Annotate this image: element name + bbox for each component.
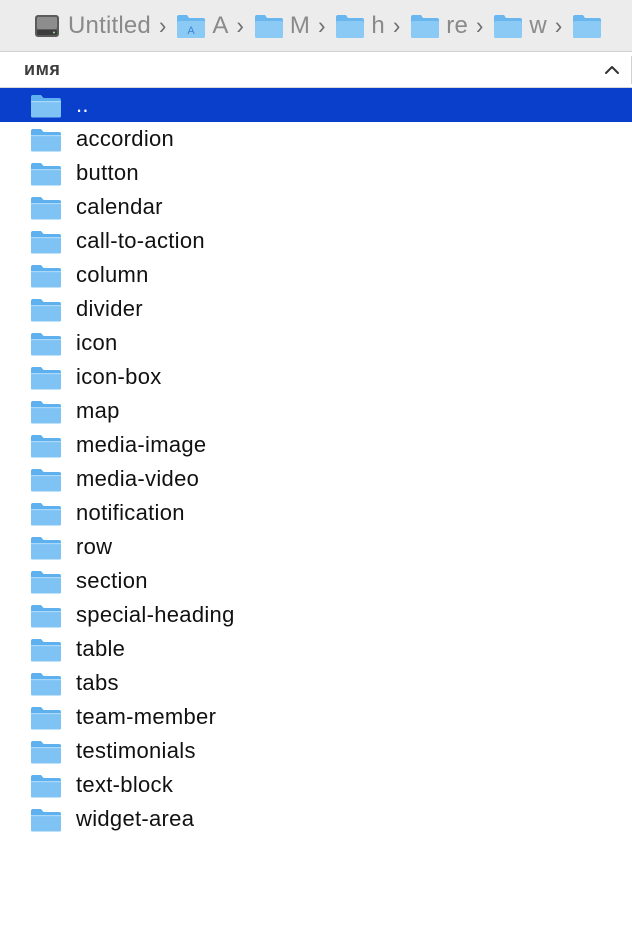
folder-icon (31, 639, 61, 662)
crumb-folder-m[interactable]: M (254, 0, 311, 51)
folder-icon (254, 14, 283, 38)
list-item[interactable]: map (0, 394, 632, 428)
folder-icon (573, 14, 602, 38)
list-item[interactable]: media-video (0, 462, 632, 496)
disk-icon (35, 14, 59, 37)
folder-icon (31, 95, 61, 118)
folder-icon (494, 14, 523, 38)
list-item-label: map (76, 398, 120, 423)
chevron-up-icon (605, 66, 619, 74)
list-item[interactable]: calendar (0, 190, 632, 224)
folder-icon (31, 503, 61, 526)
file-list: .. accordion button calendar call-to-act… (0, 88, 632, 836)
applications-folder-icon: A (177, 14, 206, 38)
list-item-label: tabs (76, 670, 119, 695)
crumb-folder-re[interactable]: re (410, 0, 469, 51)
list-item-label: icon (76, 330, 118, 355)
folder-icon (31, 231, 61, 254)
crumb-folder-current[interactable] (572, 0, 602, 51)
folder-icon (31, 605, 61, 628)
folder-icon (31, 435, 61, 458)
list-item[interactable]: column (0, 258, 632, 292)
list-item[interactable]: special-heading (0, 598, 632, 632)
folder-icon (31, 401, 61, 424)
list-item-selected[interactable]: .. (0, 88, 632, 122)
list-item[interactable]: section (0, 564, 632, 598)
path-separator: › (158, 11, 167, 39)
list-item[interactable]: call-to-action (0, 224, 632, 258)
folder-icon (31, 163, 61, 186)
list-item[interactable]: tabs (0, 666, 632, 700)
list-item[interactable]: divider (0, 292, 632, 326)
name-column-header[interactable]: имя (0, 52, 632, 88)
path-separator: › (236, 11, 244, 39)
list-item-label: testimonials (76, 738, 196, 763)
list-item-label: call-to-action (76, 228, 205, 253)
list-item-label: table (76, 636, 126, 661)
list-item-label: accordion (76, 126, 175, 151)
list-item[interactable]: table (0, 632, 632, 666)
folder-icon (336, 14, 365, 38)
list-item-label: calendar (76, 194, 163, 219)
folder-icon (411, 14, 440, 38)
folder-icon (31, 537, 61, 560)
crumb-label: Untitled (68, 11, 151, 39)
list-item[interactable]: icon (0, 326, 632, 360)
folder-icon (31, 809, 61, 832)
path-separator: › (318, 11, 326, 39)
folder-icon (31, 129, 61, 152)
crumb-applications[interactable]: A A (176, 0, 229, 51)
list-item-label: media-video (76, 466, 200, 491)
list-item[interactable]: text-block (0, 768, 632, 802)
finder-window: Untitled › A A › M › h › re › w › имя ..… (0, 0, 632, 936)
folder-icon (31, 265, 61, 288)
list-item[interactable]: notification (0, 496, 632, 530)
path-separator: › (554, 11, 563, 39)
crumb-folder-h[interactable]: h (335, 0, 385, 51)
crumb-label: w (529, 11, 547, 39)
list-item-label: divider (76, 296, 143, 321)
column-header-label: имя (24, 59, 61, 79)
list-item[interactable]: media-image (0, 428, 632, 462)
crumb-untitled[interactable]: Untitled (32, 0, 151, 51)
list-item-label: text-block (76, 772, 174, 797)
folder-icon (31, 741, 61, 764)
list-item-label: icon-box (76, 364, 162, 389)
list-item-label: button (76, 160, 139, 185)
list-item-label: column (76, 262, 149, 287)
folder-icon (31, 197, 61, 220)
folder-icon (31, 775, 61, 798)
crumb-folder-w[interactable]: w (493, 0, 547, 51)
folder-icon (31, 469, 61, 492)
folder-icon (31, 571, 61, 594)
folder-icon (31, 299, 61, 322)
list-item-label: .. (76, 92, 89, 117)
crumb-label: M (289, 11, 311, 39)
list-item-label: special-heading (76, 602, 235, 627)
folder-icon (31, 673, 61, 696)
list-item-label: notification (76, 500, 185, 525)
list-item[interactable]: icon-box (0, 360, 632, 394)
list-item-label: widget-area (76, 806, 195, 831)
crumb-label: A (212, 11, 229, 39)
crumb-label: h (371, 11, 385, 39)
list-item-label: team-member (76, 704, 217, 729)
list-item[interactable]: widget-area (0, 802, 632, 836)
crumb-label: re (446, 11, 469, 39)
folder-icon (31, 333, 61, 356)
list-item[interactable]: row (0, 530, 632, 564)
path-separator: › (392, 11, 401, 39)
list-item-label: section (76, 568, 148, 593)
list-item[interactable]: team-member (0, 700, 632, 734)
list-item[interactable]: accordion (0, 122, 632, 156)
folder-icon (31, 367, 61, 390)
folder-icon (31, 707, 61, 730)
list-item-label: media-image (76, 432, 207, 457)
list-item[interactable]: testimonials (0, 734, 632, 768)
svg-text:A: A (188, 25, 196, 37)
list-item-label: row (76, 534, 113, 559)
path-separator: › (476, 11, 484, 39)
list-item[interactable]: button (0, 156, 632, 190)
path-bar: Untitled › A A › M › h › re › w › (0, 0, 632, 52)
